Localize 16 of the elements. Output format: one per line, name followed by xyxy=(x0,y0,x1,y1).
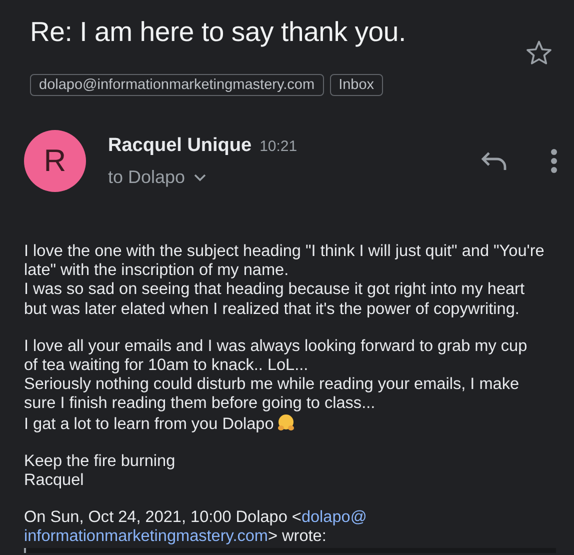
label-chip[interactable]: dolapo@informationmarketingmastery.com xyxy=(30,74,324,96)
sender-avatar: R xyxy=(24,130,86,192)
email-subject: Re: I am here to say thank you. xyxy=(30,15,406,48)
email-link[interactable]: dolapo@ xyxy=(301,508,367,528)
message-paragraph: I love all your emails and I was always looking forward to grab my cup of tea waiting for 10am to knack.. LoL... Seriously nothing could disturb me while reading your emails, I make sure I finish reading them before going to class... I gat a lot to learn from you Dolapo xyxy=(24,336,528,434)
quote-header-text: On Sun, Oct 24, 2021, 10:00 Dolapo < xyxy=(24,508,302,528)
hug-emoji-icon xyxy=(276,414,295,432)
sender-name: Racquel Unique xyxy=(108,134,252,156)
message-paragraph: Keep the fire burning Racquel xyxy=(24,452,176,490)
more-options-icon[interactable] xyxy=(550,148,558,174)
recipient-text: to Dolapo xyxy=(108,166,186,188)
label-chip[interactable]: Inbox xyxy=(330,74,384,96)
sent-time: 10:21 xyxy=(260,138,298,154)
quote-header-text: > wrote: xyxy=(268,527,326,547)
message-paragraph: I love the one with the subject heading "I think I will just quit" and "You're late" with the inscription of my name. I was so sad on seeing that heading because it got right into my heart but was later elated when I realized that it's the power of copywriting. xyxy=(24,242,544,319)
email-link[interactable]: informationmarketingmastery.com xyxy=(24,527,268,547)
